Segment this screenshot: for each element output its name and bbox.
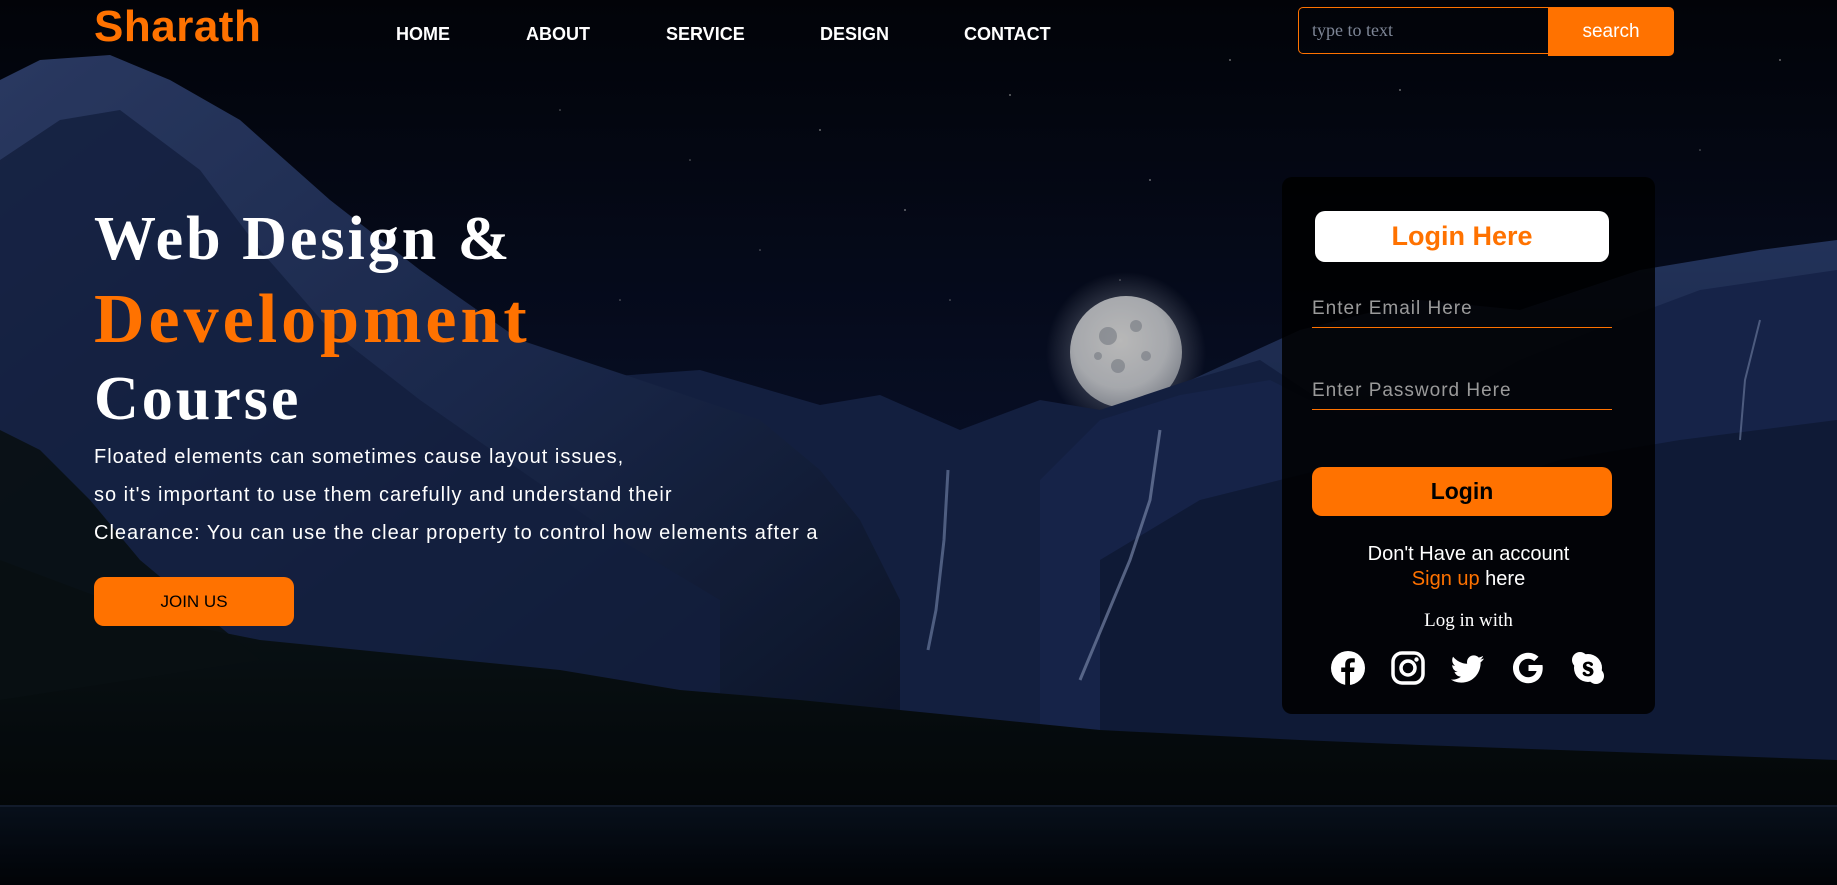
hero-paragraph: Floated elements can sometimes cause lay… xyxy=(94,438,894,552)
no-account-text: Don't Have an account xyxy=(1367,543,1570,565)
nav-home[interactable]: HOME xyxy=(396,24,450,45)
facebook-icon[interactable] xyxy=(1330,650,1366,686)
instagram-icon[interactable] xyxy=(1390,650,1426,686)
hero-paragraph-line: Clearance: You can use the clear propert… xyxy=(94,522,819,544)
signup-link[interactable]: Sign up xyxy=(1412,568,1480,590)
hero-heading-line2: Development xyxy=(94,281,531,358)
search-input[interactable] xyxy=(1298,7,1548,54)
search-bar: search xyxy=(1298,7,1674,56)
login-card-title: Login Here xyxy=(1315,211,1609,262)
signup-suffix: here xyxy=(1479,568,1526,590)
nav-service[interactable]: SERVICE xyxy=(666,24,745,45)
hero-paragraph-line: so it's important to use them carefully … xyxy=(94,484,673,506)
google-icon[interactable] xyxy=(1510,650,1546,686)
hero-heading-line1: Web Design & xyxy=(94,205,513,273)
nav-contact[interactable]: CONTACT xyxy=(964,24,1051,45)
login-with-label: Log in with xyxy=(1424,610,1513,631)
search-button[interactable]: search xyxy=(1548,7,1674,56)
brand-logo[interactable]: Sharath xyxy=(94,2,261,52)
login-card: Login Here Login Don't Have an account S… xyxy=(1282,177,1655,714)
hero-heading-line3: Course xyxy=(94,365,302,433)
email-field[interactable] xyxy=(1312,290,1612,328)
nav-about[interactable]: ABOUT xyxy=(526,24,590,45)
skype-icon[interactable] xyxy=(1570,650,1606,686)
signup-prompt: Don't Have an account Sign up here xyxy=(1282,542,1655,592)
login-button[interactable]: Login xyxy=(1312,467,1612,516)
social-login-icons xyxy=(1282,650,1655,690)
hero-paragraph-line: Floated elements can sometimes cause lay… xyxy=(94,446,625,468)
nav-design[interactable]: DESIGN xyxy=(820,24,889,45)
twitter-icon[interactable] xyxy=(1450,650,1486,686)
password-field[interactable] xyxy=(1312,372,1612,410)
join-us-button[interactable]: JOIN US xyxy=(94,577,294,626)
